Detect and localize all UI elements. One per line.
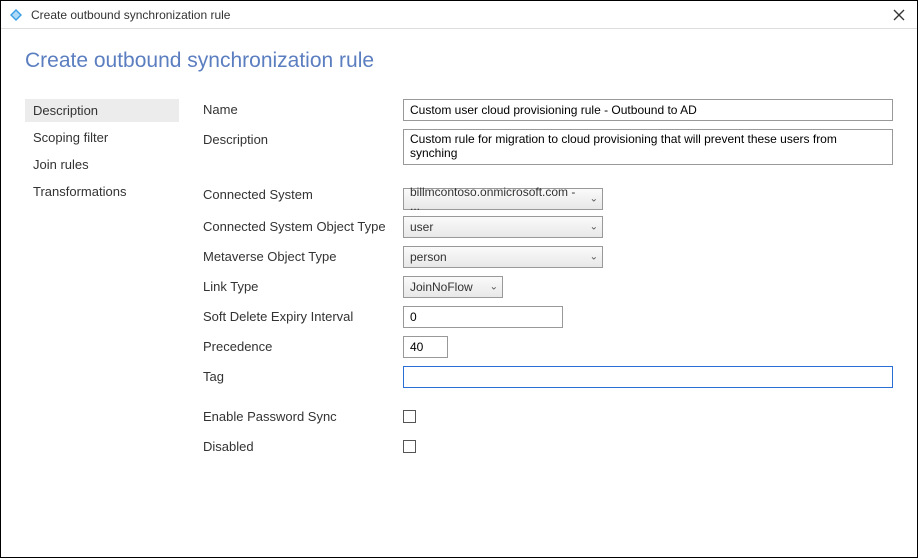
link-type-select[interactable]: JoinNoFlow ⌄	[403, 276, 503, 298]
enable-pw-sync-checkbox[interactable]	[403, 410, 416, 423]
row-disabled: Disabled	[203, 436, 893, 460]
close-icon	[893, 9, 905, 21]
titlebar: Create outbound synchronization rule	[1, 1, 917, 29]
body-layout: Description Scoping filter Join rules Tr…	[25, 99, 893, 460]
select-value: billmcontoso.onmicrosoft.com - ...	[410, 185, 580, 213]
window-title: Create outbound synchronization rule	[31, 8, 889, 22]
description-input[interactable]: Custom rule for migration to cloud provi…	[403, 129, 893, 165]
precedence-input[interactable]	[403, 336, 448, 358]
page-title: Create outbound synchronization rule	[25, 49, 893, 73]
sidebar-item-label: Join rules	[33, 157, 89, 172]
label-cs-object-type: Connected System Object Type	[203, 216, 403, 234]
app-icon	[9, 8, 23, 22]
label-link-type: Link Type	[203, 276, 403, 294]
select-value: user	[410, 220, 433, 234]
connected-system-select[interactable]: billmcontoso.onmicrosoft.com - ... ⌄	[403, 188, 603, 210]
chevron-down-icon: ⌄	[490, 282, 498, 293]
row-description: Description Custom rule for migration to…	[203, 129, 893, 168]
select-value: person	[410, 250, 447, 264]
soft-delete-input[interactable]	[403, 306, 563, 328]
sidebar-item-label: Scoping filter	[33, 130, 108, 145]
row-name: Name	[203, 99, 893, 123]
sidebar-item-scoping-filter[interactable]: Scoping filter	[25, 126, 179, 149]
chevron-down-icon: ⌄	[590, 194, 598, 205]
label-disabled: Disabled	[203, 436, 403, 454]
label-mv-object-type: Metaverse Object Type	[203, 246, 403, 264]
disabled-checkbox[interactable]	[403, 440, 416, 453]
row-connected-system: Connected System billmcontoso.onmicrosof…	[203, 184, 893, 210]
tag-input[interactable]	[403, 366, 893, 388]
sidebar-item-transformations[interactable]: Transformations	[25, 180, 179, 203]
row-tag: Tag	[203, 366, 893, 390]
sidebar-item-description[interactable]: Description	[25, 99, 179, 122]
form-area: Name Description Custom rule for migrati…	[203, 99, 893, 460]
select-value: JoinNoFlow	[410, 280, 473, 294]
row-enable-pw-sync: Enable Password Sync	[203, 406, 893, 430]
label-connected-system: Connected System	[203, 184, 403, 202]
row-link-type: Link Type JoinNoFlow ⌄	[203, 276, 893, 300]
chevron-down-icon: ⌄	[590, 252, 598, 263]
sidebar-item-label: Transformations	[33, 184, 126, 199]
sidebar: Description Scoping filter Join rules Tr…	[25, 99, 179, 460]
label-description: Description	[203, 129, 403, 147]
name-input[interactable]	[403, 99, 893, 121]
label-tag: Tag	[203, 366, 403, 384]
content: Create outbound synchronization rule Des…	[1, 29, 917, 557]
cs-object-type-select[interactable]: user ⌄	[403, 216, 603, 238]
row-mv-object-type: Metaverse Object Type person ⌄	[203, 246, 893, 270]
label-soft-delete: Soft Delete Expiry Interval	[203, 306, 403, 324]
label-name: Name	[203, 99, 403, 117]
row-soft-delete: Soft Delete Expiry Interval	[203, 306, 893, 330]
row-precedence: Precedence	[203, 336, 893, 360]
close-button[interactable]	[889, 5, 909, 25]
sidebar-item-join-rules[interactable]: Join rules	[25, 153, 179, 176]
label-precedence: Precedence	[203, 336, 403, 354]
mv-object-type-select[interactable]: person ⌄	[403, 246, 603, 268]
label-enable-pw-sync: Enable Password Sync	[203, 406, 403, 424]
sidebar-item-label: Description	[33, 103, 98, 118]
row-cs-object-type: Connected System Object Type user ⌄	[203, 216, 893, 240]
chevron-down-icon: ⌄	[590, 222, 598, 233]
